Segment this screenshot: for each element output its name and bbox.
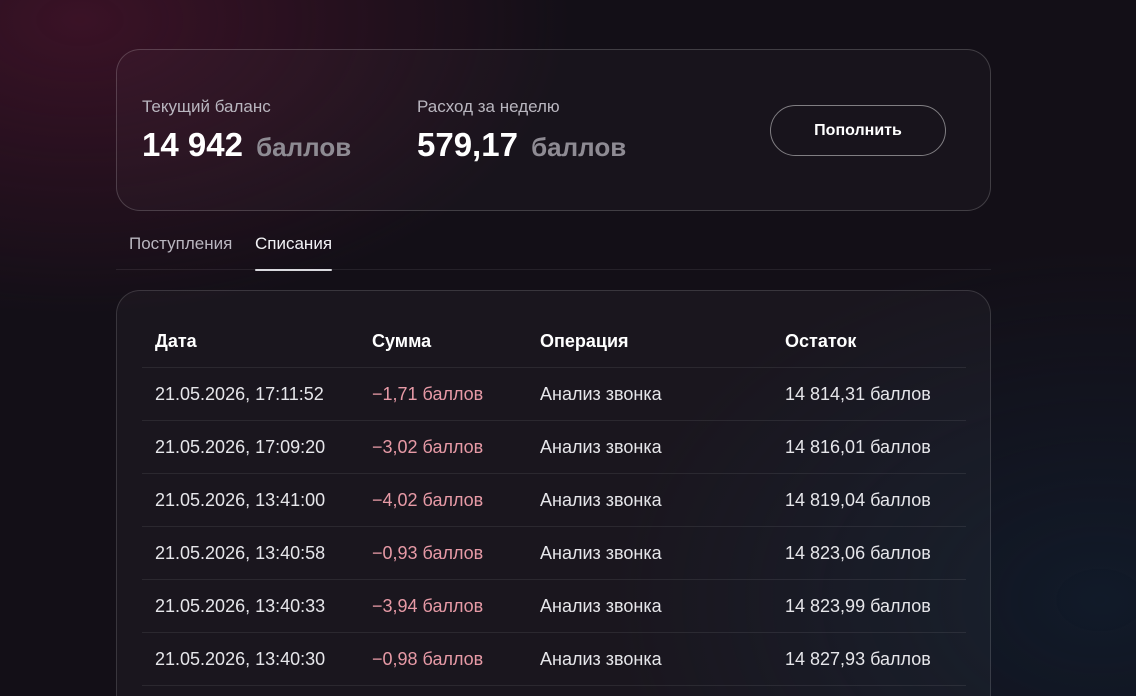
column-header-operation: Операция [540, 331, 629, 351]
current-balance-value: 14 942 [142, 126, 243, 163]
current-balance-label: Текущий баланс [142, 97, 271, 116]
table-row: 21.05.2026, 13:40:58 −0,93 баллов Анализ… [142, 527, 966, 580]
row-rest: 14 823,99 баллов [785, 596, 931, 616]
row-operation: Анализ звонка [540, 437, 662, 457]
tabs: Поступления Списания [116, 225, 991, 271]
column-header-rest: Остаток [785, 331, 857, 351]
topup-button[interactable]: Пополнить [770, 105, 946, 156]
row-sum: −3,94 баллов [372, 596, 484, 616]
weekly-spend-value: 579,17 [417, 126, 518, 163]
row-rest: 14 827,93 баллов [785, 649, 931, 669]
table-row: 21.05.2026, 17:11:52 −1,71 баллов Анализ… [142, 368, 966, 421]
weekly-spend-value-line: 579,17 баллов [417, 125, 626, 167]
table-row: 21.05.2026, 13:41:00 −4,02 баллов Анализ… [142, 474, 966, 527]
table-row: 21.05.2026, 13:40:33 −3,94 баллов Анализ… [142, 580, 966, 633]
tab-debits[interactable]: Списания [255, 234, 333, 271]
column-header-sum: Сумма [372, 331, 432, 351]
row-date: 21.05.2026, 13:41:00 [155, 490, 326, 510]
row-date: 21.05.2026, 13:40:30 [155, 649, 326, 669]
row-sum: −3,02 баллов [372, 437, 484, 457]
row-date: 21.05.2026, 17:09:20 [155, 437, 326, 457]
row-sum: −0,93 баллов [372, 543, 484, 563]
current-balance-unit: баллов [256, 132, 352, 162]
weekly-spend: Расход за неделю 579,17 баллов [417, 97, 626, 167]
row-date: 21.05.2026, 13:40:58 [155, 543, 326, 563]
current-balance-value-line: 14 942 баллов [142, 125, 351, 167]
table-row: 21.05.2026, 17:09:20 −3,02 баллов Анализ… [142, 421, 966, 474]
row-date: 21.05.2026, 17:11:52 [155, 384, 324, 404]
row-rest: 14 819,04 баллов [785, 490, 931, 510]
row-rest: 14 816,01 баллов [785, 437, 931, 457]
row-operation: Анализ звонка [540, 384, 662, 404]
row-date: 21.05.2026, 13:40:33 [155, 596, 326, 616]
row-sum: −4,02 баллов [372, 490, 484, 510]
row-rest: 14 823,06 баллов [785, 543, 931, 563]
transactions-table: Дата Сумма Операция Остаток 21.05.2026, … [142, 315, 966, 686]
row-operation: Анализ звонка [540, 490, 662, 510]
row-operation: Анализ звонка [540, 649, 662, 669]
column-header-date: Дата [155, 331, 197, 351]
row-sum: −0,98 баллов [372, 649, 484, 669]
weekly-spend-unit: баллов [531, 132, 627, 162]
row-sum: −1,71 баллов [372, 384, 484, 404]
tab-income[interactable]: Поступления [129, 234, 232, 270]
transactions-card: Дата Сумма Операция Остаток 21.05.2026, … [116, 290, 991, 696]
table-row: 21.05.2026, 13:40:30 −0,98 баллов Анализ… [142, 633, 966, 686]
row-rest: 14 814,31 баллов [785, 384, 931, 404]
row-operation: Анализ звонка [540, 596, 662, 616]
current-balance: Текущий баланс 14 942 баллов [142, 97, 351, 167]
row-operation: Анализ звонка [540, 543, 662, 563]
balance-card: Текущий баланс 14 942 баллов Расход за н… [116, 49, 991, 211]
weekly-spend-label: Расход за неделю [417, 97, 560, 116]
table-header: Дата Сумма Операция Остаток [142, 315, 966, 368]
